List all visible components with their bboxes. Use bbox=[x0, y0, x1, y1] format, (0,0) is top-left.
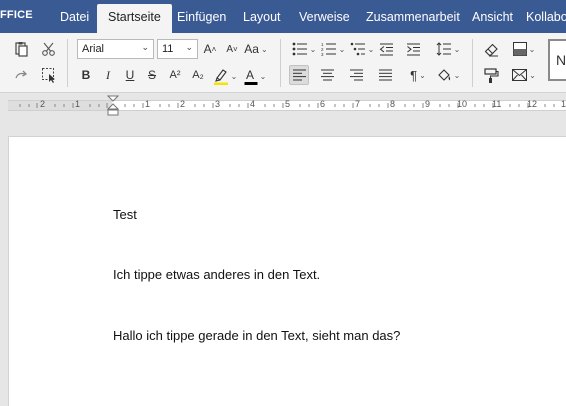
style-gallery-normal[interactable]: N bbox=[548, 39, 566, 81]
shrink-font-button[interactable]: A ˅ bbox=[224, 40, 240, 58]
insert-envelope-button[interactable]: ⌄ bbox=[510, 66, 538, 84]
ruler-ticks bbox=[19, 103, 555, 108]
grow-font-label: A bbox=[203, 42, 212, 56]
highlight-color-button[interactable]: ⌄ bbox=[212, 66, 238, 86]
align-right-button[interactable] bbox=[347, 66, 365, 84]
paste-icon[interactable] bbox=[12, 40, 30, 58]
ruler-number: 8 bbox=[390, 99, 396, 109]
copy-style-icon[interactable] bbox=[482, 66, 500, 84]
decrease-indent-icon[interactable] bbox=[377, 40, 395, 58]
shrink-font-label: A bbox=[226, 43, 233, 55]
document-area: Test Ich tippe etwas anderes in den Text… bbox=[0, 116, 566, 406]
ruler-number: 2 bbox=[40, 99, 46, 109]
select-all-icon[interactable] bbox=[40, 66, 58, 84]
font-name-select[interactable]: Arial ⌄ bbox=[77, 39, 154, 59]
svg-text:3: 3 bbox=[321, 52, 324, 56]
ruler-number: 9 bbox=[425, 99, 431, 109]
ruler-number: 6 bbox=[320, 99, 326, 109]
chevron-down-icon: ⌄ bbox=[141, 42, 149, 52]
tab-zusammenarbeit[interactable]: Zusammenarbeit bbox=[366, 10, 460, 24]
ruler-number: 10 bbox=[457, 99, 468, 109]
ruler-number: 11 bbox=[492, 99, 502, 109]
font-color-button[interactable]: A ⌄ bbox=[242, 66, 268, 86]
horizontal-ruler[interactable]: 2 1 1 2 3 4 5 6 7 8 9 10 11 12 1 bbox=[0, 94, 566, 116]
cut-icon[interactable] bbox=[40, 40, 58, 58]
paragraph[interactable]: Hallo ich tippe gerade in den Text, sieh… bbox=[113, 328, 400, 343]
font-name-value: Arial bbox=[82, 43, 105, 55]
ruler-number: 1 bbox=[145, 99, 151, 109]
top-tab-bar: FFICE Datei Startseite Einfügen Layout V… bbox=[0, 0, 566, 33]
home-toolbar: Arial ⌄ 11 ⌄ A ˄ A ˅ Aa ⌄ B I U S A² A₂ ⌄ A… bbox=[0, 33, 566, 93]
font-size-value: 11 bbox=[162, 43, 174, 55]
separator bbox=[472, 39, 473, 87]
numbered-list-button[interactable]: 123 ⌄ bbox=[319, 40, 347, 58]
bold-button[interactable]: B bbox=[79, 66, 93, 84]
separator bbox=[280, 39, 281, 87]
ruler-number: 12 bbox=[527, 99, 538, 109]
document-page[interactable]: Test Ich tippe etwas anderes in den Text… bbox=[8, 136, 566, 406]
italic-button[interactable]: I bbox=[101, 66, 115, 84]
tab-layout[interactable]: Layout bbox=[243, 10, 281, 24]
ruler-number: 5 bbox=[285, 99, 291, 109]
ruler-number: 1 bbox=[561, 99, 566, 109]
bullet-list-button[interactable]: ⌄ bbox=[290, 40, 318, 58]
indent-marker-icon[interactable] bbox=[107, 95, 119, 116]
paragraph[interactable]: Ich tippe etwas anderes in den Text. bbox=[113, 267, 320, 282]
svg-text:A: A bbox=[246, 68, 254, 82]
tab-verweise[interactable]: Verweise bbox=[299, 10, 350, 24]
separator bbox=[67, 39, 68, 87]
tab-kollaboration[interactable]: Kollabor bbox=[526, 10, 566, 24]
strikethrough-button[interactable]: S bbox=[145, 66, 159, 84]
tab-datei[interactable]: Datei bbox=[60, 10, 89, 24]
paragraph-shading-button[interactable]: ⌄ bbox=[434, 66, 462, 84]
pilcrow-icon: ¶ bbox=[410, 67, 418, 83]
paragraph[interactable]: Test bbox=[113, 207, 137, 222]
subscript-button[interactable]: A₂ bbox=[189, 66, 207, 84]
redo-icon[interactable] bbox=[12, 66, 30, 84]
justify-button[interactable] bbox=[376, 66, 394, 84]
tab-startseite[interactable]: Startseite bbox=[97, 4, 172, 33]
ruler-number: 4 bbox=[250, 99, 256, 109]
style-preview-label: N bbox=[556, 52, 566, 68]
chevron-down-icon: ⌄ bbox=[185, 42, 193, 52]
font-size-select[interactable]: 11 ⌄ bbox=[157, 39, 198, 59]
align-left-button[interactable] bbox=[289, 65, 309, 85]
increase-indent-icon[interactable] bbox=[404, 40, 422, 58]
ruler-number: 3 bbox=[215, 99, 221, 109]
tab-ansicht[interactable]: Ansicht bbox=[472, 10, 513, 24]
shading-color-button[interactable]: ⌄ bbox=[510, 40, 538, 58]
tab-einfuegen[interactable]: Einfügen bbox=[177, 10, 226, 24]
ruler-number: 1 bbox=[75, 99, 81, 109]
multilevel-list-button[interactable]: ⌄ bbox=[348, 40, 376, 58]
underline-button[interactable]: U bbox=[123, 66, 137, 84]
change-case-button[interactable]: Aa ⌄ bbox=[243, 40, 269, 58]
align-center-button[interactable] bbox=[318, 66, 336, 84]
superscript-button[interactable]: A² bbox=[166, 66, 184, 84]
formatting-marks-button[interactable]: ¶ ⌄ bbox=[406, 66, 430, 84]
ruler-number: 7 bbox=[355, 99, 361, 109]
ruler-number: 2 bbox=[180, 99, 186, 109]
change-case-label: Aa bbox=[244, 42, 259, 56]
clear-formatting-icon[interactable] bbox=[482, 40, 500, 58]
grow-font-button[interactable]: A ˄ bbox=[202, 40, 218, 58]
app-brand: FFICE bbox=[0, 9, 33, 21]
line-spacing-button[interactable]: ⌄ bbox=[434, 40, 462, 58]
